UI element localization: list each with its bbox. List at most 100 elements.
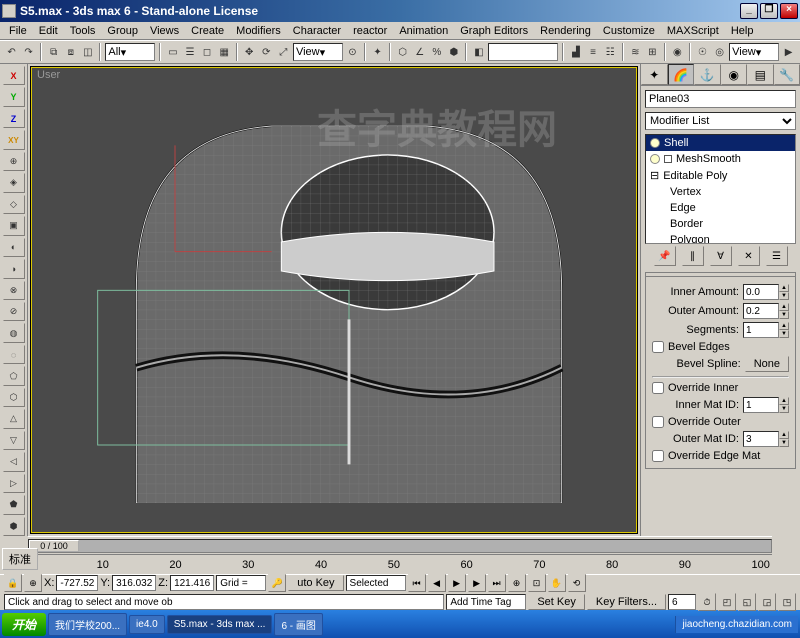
- goto-end-button[interactable]: ⏭: [488, 574, 506, 592]
- modify-tab[interactable]: 🌈: [668, 64, 695, 85]
- left-tool-10[interactable]: ◌: [3, 345, 25, 364]
- start-button[interactable]: 开始: [2, 613, 46, 636]
- angle-snap-button[interactable]: ∠: [412, 42, 427, 62]
- unique-button[interactable]: ∀: [710, 246, 732, 266]
- segments-input[interactable]: [743, 322, 779, 338]
- display-tab[interactable]: ▤: [747, 64, 774, 85]
- curve-editor-button[interactable]: ≋: [628, 42, 643, 62]
- minimize-button[interactable]: _: [740, 3, 758, 19]
- mirror-button[interactable]: ▟: [568, 42, 583, 62]
- next-frame-button[interactable]: ▶: [468, 574, 486, 592]
- left-tool-13[interactable]: △: [3, 409, 25, 428]
- left-tool-5[interactable]: ◐: [3, 238, 25, 257]
- task-4[interactable]: 6 - 画图: [274, 613, 322, 636]
- schematic-button[interactable]: ⊞: [645, 42, 660, 62]
- menu-edit[interactable]: Edit: [34, 24, 63, 38]
- menu-animation[interactable]: Animation: [394, 24, 453, 38]
- nav-3[interactable]: ✋: [548, 574, 566, 592]
- key-icon[interactable]: 🔑: [268, 574, 286, 592]
- task-1[interactable]: 我们学校200...: [48, 613, 127, 636]
- named-sel-button[interactable]: ◧: [471, 42, 486, 62]
- select-region-button[interactable]: ◻: [200, 42, 215, 62]
- stack-polygon[interactable]: Polygon: [646, 232, 795, 244]
- modifier-list-combo[interactable]: Modifier List: [645, 112, 796, 130]
- override-inner-check[interactable]: [652, 382, 664, 394]
- material-button[interactable]: ◉: [670, 42, 685, 62]
- menu-help[interactable]: Help: [726, 24, 759, 38]
- left-tool-15[interactable]: ◁: [3, 452, 25, 471]
- spinner-up-icon[interactable]: ▲: [779, 284, 789, 292]
- stack-shell[interactable]: Shell: [646, 135, 795, 151]
- track-bar[interactable]: 0 10 20 30 40 50 60 70 80 90 100: [28, 554, 772, 574]
- left-tool-2[interactable]: ◈: [3, 173, 25, 192]
- selection-filter[interactable]: All ▾: [105, 43, 155, 61]
- bind-button[interactable]: ◫: [80, 42, 95, 62]
- prev-frame-button[interactable]: ◀: [428, 574, 446, 592]
- undo-button[interactable]: ↶: [4, 42, 19, 62]
- object-name-input[interactable]: [645, 90, 796, 108]
- viewport[interactable]: User 查字典教程网: [30, 66, 638, 534]
- left-extra-label[interactable]: 标准: [2, 548, 38, 570]
- left-tool-16[interactable]: ▷: [3, 474, 25, 493]
- left-tool-6[interactable]: ◑: [3, 259, 25, 278]
- nav-6[interactable]: ◱: [738, 593, 756, 611]
- ref-coord-combo[interactable]: View ▾: [293, 43, 343, 61]
- close-button[interactable]: ×: [780, 3, 798, 19]
- setkey-button[interactable]: Set Key: [528, 594, 585, 610]
- menu-create[interactable]: Create: [186, 24, 229, 38]
- goto-start-button[interactable]: ⏮: [408, 574, 426, 592]
- menu-grapheditors[interactable]: Graph Editors: [455, 24, 533, 38]
- menu-character[interactable]: Character: [288, 24, 346, 38]
- select-name-button[interactable]: ☰: [182, 42, 197, 62]
- link-button[interactable]: ⧉: [46, 42, 61, 62]
- x-coord[interactable]: -727.52: [56, 575, 98, 591]
- spinner-down-icon[interactable]: ▼: [779, 292, 789, 300]
- unlink-button[interactable]: ⧈: [63, 42, 78, 62]
- render-scene-button[interactable]: ☉: [695, 42, 710, 62]
- none-button[interactable]: None: [745, 356, 789, 372]
- menu-tools[interactable]: Tools: [65, 24, 101, 38]
- left-tool-4[interactable]: ▣: [3, 216, 25, 235]
- nav-4[interactable]: ⟲: [568, 574, 586, 592]
- scale-button[interactable]: ⤢: [276, 42, 291, 62]
- menu-file[interactable]: File: [4, 24, 32, 38]
- menu-customize[interactable]: Customize: [598, 24, 660, 38]
- left-tool-12[interactable]: ⬡: [3, 388, 25, 407]
- outer-mat-id-input[interactable]: [743, 431, 779, 447]
- manip-button[interactable]: ✦: [370, 42, 385, 62]
- override-outer-check[interactable]: [652, 416, 664, 428]
- remove-mod-button[interactable]: ✕: [738, 246, 760, 266]
- nav-8[interactable]: ◳: [778, 593, 796, 611]
- time-slider[interactable]: 0 / 100: [28, 536, 772, 554]
- left-tool-9[interactable]: ◍: [3, 323, 25, 342]
- menu-views[interactable]: Views: [145, 24, 184, 38]
- quick-render-button[interactable]: ◎: [712, 42, 727, 62]
- system-tray[interactable]: jiaocheng.chazidian.com: [675, 616, 798, 633]
- percent-snap-button[interactable]: %: [429, 42, 444, 62]
- key-mode-combo[interactable]: Selected: [346, 575, 406, 591]
- frame-input[interactable]: 6: [668, 594, 696, 610]
- expand-icon[interactable]: ⊟: [650, 169, 659, 182]
- task-2[interactable]: ie4.0: [129, 615, 165, 634]
- task-3[interactable]: S5.max - 3ds max ...: [167, 615, 273, 634]
- left-tool-11[interactable]: ⬠: [3, 366, 25, 385]
- nav-2[interactable]: ⊡: [528, 574, 546, 592]
- left-tool-3[interactable]: ◇: [3, 195, 25, 214]
- axis-y-button[interactable]: Y: [3, 87, 25, 106]
- nav-1[interactable]: ⊕: [508, 574, 526, 592]
- menu-reactor[interactable]: reactor: [348, 24, 392, 38]
- z-coord[interactable]: 121.416: [170, 575, 214, 591]
- left-tool-1[interactable]: ⊕: [3, 152, 25, 171]
- stack-editpoly[interactable]: ⊟Editable Poly: [646, 167, 795, 184]
- stack-vertex[interactable]: Vertex: [646, 184, 795, 200]
- render-combo[interactable]: View ▾: [729, 43, 779, 61]
- bevel-edges-check[interactable]: [652, 341, 664, 353]
- play-button[interactable]: ▶: [448, 574, 466, 592]
- named-sel-combo[interactable]: [488, 43, 558, 61]
- keyfilters-button[interactable]: Key Filters...: [587, 594, 666, 610]
- rotate-button[interactable]: ⟳: [259, 42, 274, 62]
- menu-group[interactable]: Group: [102, 24, 143, 38]
- outer-amount-input[interactable]: [743, 303, 779, 319]
- stack-border[interactable]: Border: [646, 216, 795, 232]
- configure-button[interactable]: ☰: [766, 246, 788, 266]
